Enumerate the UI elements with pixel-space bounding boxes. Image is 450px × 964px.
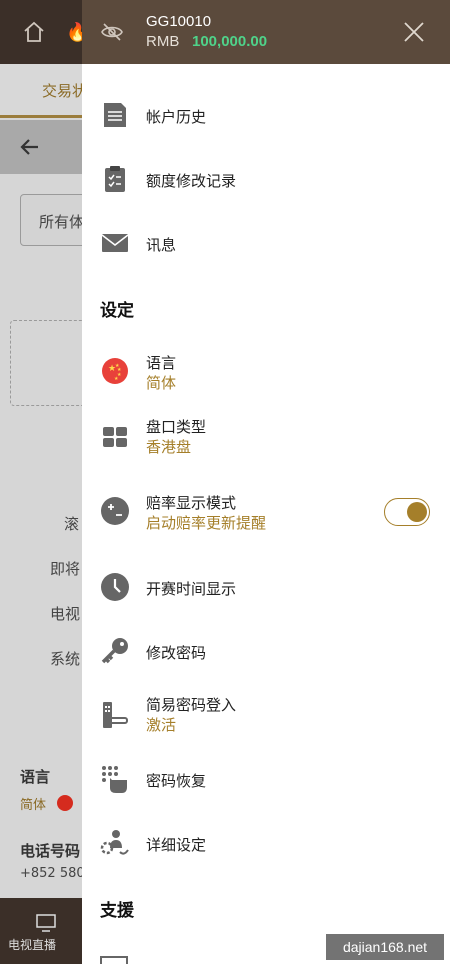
clipboard-icon bbox=[105, 166, 125, 192]
menu-simple-login-value: 激活 bbox=[146, 716, 177, 734]
grid-icon bbox=[103, 427, 127, 447]
user-settings-icon bbox=[100, 830, 129, 855]
menu-detailed-settings[interactable]: 详细设定 bbox=[82, 816, 450, 872]
side-drawer: GG10010 RMB 100,000.00 帐户历史 额度修改记录 讯息 设定 bbox=[82, 0, 450, 964]
back-arrow-icon[interactable] bbox=[18, 135, 42, 159]
plus-minus-icon bbox=[101, 497, 129, 525]
support-item-icon bbox=[100, 956, 128, 964]
door-lock-icon bbox=[103, 702, 128, 728]
bg-item-1: 滚 bbox=[64, 515, 80, 533]
menu-detailed-settings-label: 详细设定 bbox=[146, 836, 207, 854]
toggle-knob bbox=[407, 502, 427, 522]
menu-simple-login-label: 简易密码登入 bbox=[146, 696, 237, 714]
menu-account-history-label: 帐户历史 bbox=[146, 108, 207, 126]
menu-language-label: 语言 bbox=[146, 354, 177, 372]
menu-password-recovery[interactable]: 密码恢复 bbox=[82, 752, 450, 808]
odds-update-toggle[interactable] bbox=[384, 498, 430, 526]
watermark: dajian168.net bbox=[326, 934, 444, 960]
account-id: GG10010 bbox=[146, 13, 212, 30]
key-icon bbox=[101, 638, 128, 664]
bg-language-title: 语言 bbox=[20, 768, 51, 786]
china-flag-icon bbox=[57, 795, 73, 811]
menu-language[interactable]: ★ ★ ★ ★ ★ 语言 简体 bbox=[82, 346, 450, 402]
bg-item-4: 系统 bbox=[50, 650, 81, 668]
menu-odds-type[interactable]: 盘口类型 香港盘 bbox=[82, 410, 450, 466]
menu-messages[interactable]: 讯息 bbox=[82, 216, 450, 272]
menu-odds-type-value: 香港盘 bbox=[146, 438, 192, 456]
settings-section-title: 设定 bbox=[100, 301, 134, 321]
keypad-touch-icon bbox=[102, 766, 127, 793]
menu-odds-display-value: 启动赔率更新提醒 bbox=[146, 514, 267, 532]
menu-change-password[interactable]: 修改密码 bbox=[82, 624, 450, 680]
menu-language-value: 简体 bbox=[146, 374, 177, 392]
balance: 100,000.00 bbox=[192, 33, 268, 50]
menu-odds-type-label: 盘口类型 bbox=[146, 418, 207, 436]
menu-limit-history[interactable]: 额度修改记录 bbox=[82, 152, 450, 208]
bg-language-value: 简体 bbox=[20, 798, 47, 813]
menu-start-time[interactable]: 开赛时间显示 bbox=[82, 560, 450, 616]
tv-icon[interactable] bbox=[36, 914, 56, 932]
svg-text:★: ★ bbox=[114, 376, 119, 382]
menu-messages-label: 讯息 bbox=[146, 236, 177, 254]
bottom-nav-tv-label[interactable]: 电视直播 bbox=[8, 936, 56, 953]
home-icon[interactable] bbox=[22, 20, 46, 44]
menu-simple-login[interactable]: 简易密码登入 激活 bbox=[82, 688, 450, 744]
envelope-icon bbox=[101, 234, 129, 252]
menu-limit-history-label: 额度修改记录 bbox=[146, 172, 237, 190]
close-icon[interactable] bbox=[402, 20, 426, 44]
menu-start-time-label: 开赛时间显示 bbox=[146, 580, 237, 598]
menu-account-history[interactable]: 帐户历史 bbox=[82, 88, 450, 144]
tab-label: 交易状 bbox=[42, 82, 88, 100]
clock-icon bbox=[101, 573, 129, 601]
currency: RMB bbox=[146, 33, 180, 50]
eye-hidden-icon[interactable] bbox=[100, 20, 124, 44]
support-section-title: 支援 bbox=[100, 901, 134, 921]
china-flag-icon: ★ ★ ★ ★ ★ bbox=[102, 358, 128, 384]
sport-select-label: 所有体 bbox=[39, 213, 85, 231]
bg-phone-title: 电话号码 bbox=[20, 842, 81, 860]
drawer-header: GG10010 RMB 100,000.00 bbox=[82, 0, 450, 64]
bg-item-2: 即将 bbox=[50, 560, 81, 578]
menu-change-password-label: 修改密码 bbox=[146, 644, 207, 662]
account-history-icon bbox=[104, 103, 126, 127]
menu-odds-display-label: 赔率显示模式 bbox=[146, 494, 237, 512]
tab-active[interactable]: 交易状 bbox=[0, 64, 87, 118]
menu-password-recovery-label: 密码恢复 bbox=[146, 772, 207, 790]
bg-item-3: 电视 bbox=[50, 605, 81, 623]
